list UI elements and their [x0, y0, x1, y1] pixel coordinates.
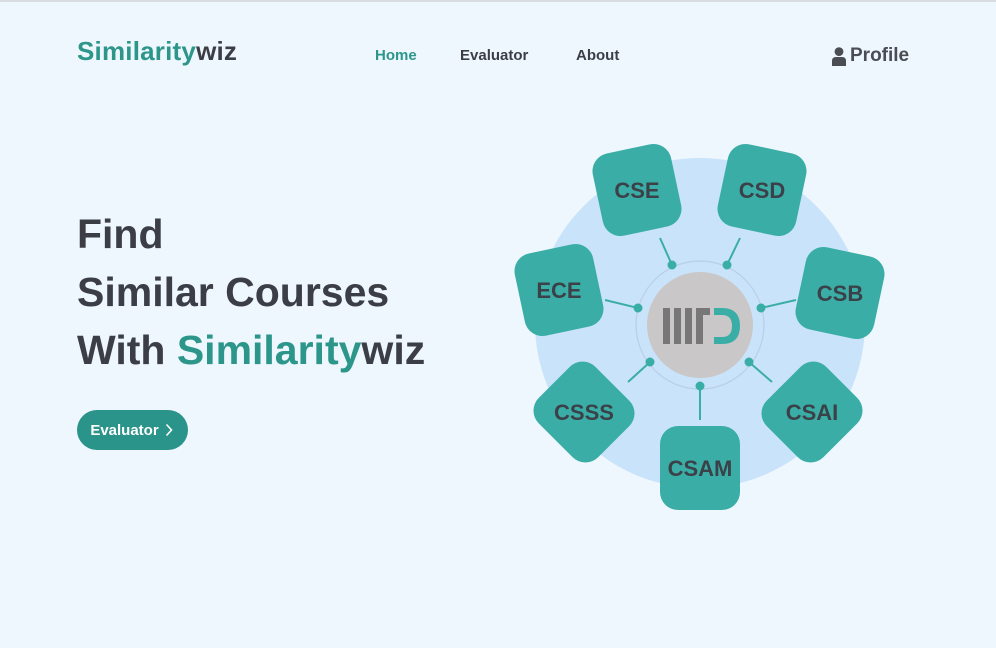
course-label: CSE — [614, 178, 659, 203]
nav-about[interactable]: About — [576, 47, 619, 64]
hero-line-3: With Similaritywiz — [77, 321, 425, 379]
brand-logo[interactable]: Similaritywiz — [77, 36, 237, 67]
brand-part2: wiz — [196, 36, 238, 66]
profile-link[interactable]: Profile — [832, 44, 909, 68]
course-diagram: CSE CSD ECE CSB CSSS CSAI CSAM — [514, 143, 885, 510]
course-label: CSAM — [668, 456, 733, 481]
profile-label: Profile — [850, 45, 910, 66]
course-label: CSAI — [786, 400, 839, 425]
course-label: ECE — [536, 278, 581, 303]
hero-line3-prefix: With — [77, 327, 177, 373]
hero-heading: Find Similar Courses With Similaritywiz — [77, 205, 425, 379]
evaluator-button[interactable]: Evaluator — [77, 410, 188, 450]
top-border — [0, 0, 996, 2]
nav-home[interactable]: Home — [375, 47, 417, 64]
chevron-right-icon — [165, 423, 173, 437]
user-icon — [832, 46, 846, 66]
nav-evaluator[interactable]: Evaluator — [460, 47, 528, 64]
hero-line-2: Similar Courses — [77, 269, 390, 315]
course-label: CSB — [817, 281, 863, 306]
hero-line3-accent: Similarity — [176, 327, 362, 373]
course-badge-csam: CSAM — [660, 426, 740, 510]
course-label: CSSS — [554, 400, 614, 425]
hero-line3-suffix: wiz — [361, 327, 426, 373]
course-label: CSD — [739, 178, 785, 203]
hero-line-1: Find — [77, 211, 164, 257]
brand-part1: Similarity — [77, 36, 197, 66]
evaluator-button-label: Evaluator — [90, 421, 159, 439]
